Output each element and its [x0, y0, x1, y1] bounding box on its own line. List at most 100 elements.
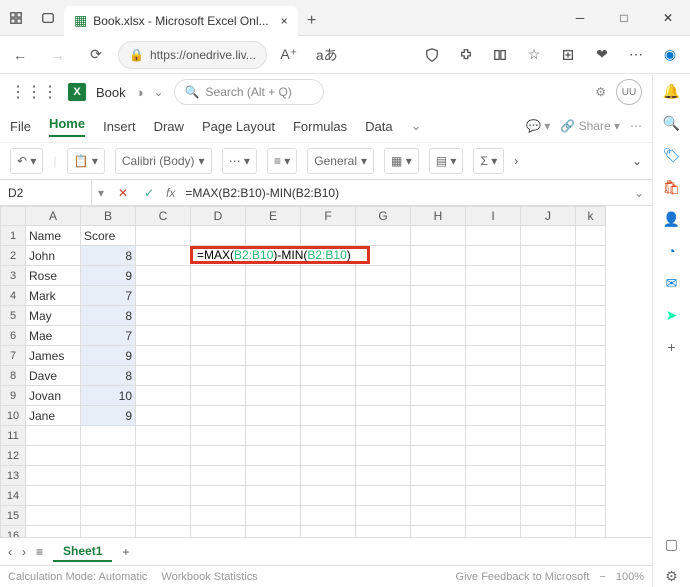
- cell[interactable]: [521, 306, 576, 326]
- add-sheet[interactable]: +: [122, 545, 129, 559]
- cell[interactable]: [136, 406, 191, 426]
- cell[interactable]: [356, 366, 411, 386]
- outlook-icon[interactable]: ✉: [661, 272, 683, 294]
- cell[interactable]: [411, 246, 466, 266]
- expand-formula[interactable]: ⌄: [626, 186, 652, 200]
- cell[interactable]: [521, 226, 576, 246]
- cell[interactable]: 7: [81, 326, 136, 346]
- tab-actions-icon[interactable]: [0, 0, 32, 36]
- cell[interactable]: [246, 386, 301, 406]
- cell[interactable]: 7: [81, 286, 136, 306]
- cell[interactable]: [466, 426, 521, 446]
- close-tab-icon[interactable]: ×: [281, 14, 288, 28]
- formula-input[interactable]: =MAX(B2:B10)-MIN(B2:B10): [179, 186, 626, 200]
- cell[interactable]: [301, 346, 356, 366]
- cell[interactable]: [136, 426, 191, 446]
- row-header[interactable]: 2: [0, 246, 26, 266]
- cell[interactable]: [576, 306, 606, 326]
- row-header[interactable]: 16: [0, 526, 26, 537]
- col-F[interactable]: F: [301, 206, 356, 226]
- cell[interactable]: [81, 426, 136, 446]
- cell[interactable]: [301, 366, 356, 386]
- cell[interactable]: [26, 506, 81, 526]
- refresh-button[interactable]: ⟳: [80, 39, 112, 71]
- cell[interactable]: [521, 346, 576, 366]
- cell[interactable]: [81, 486, 136, 506]
- row-header[interactable]: 6: [0, 326, 26, 346]
- more-button[interactable]: ⋯: [630, 119, 642, 133]
- more-tabs[interactable]: ⌄: [411, 118, 422, 134]
- col-J[interactable]: J: [521, 206, 576, 226]
- cell[interactable]: [576, 266, 606, 286]
- cell[interactable]: [356, 226, 411, 246]
- cell[interactable]: [411, 406, 466, 426]
- cell[interactable]: [466, 526, 521, 537]
- cell[interactable]: [191, 386, 246, 406]
- cell[interactable]: [136, 266, 191, 286]
- collections-icon[interactable]: [552, 39, 584, 71]
- cell[interactable]: James: [26, 346, 81, 366]
- prev-sheet[interactable]: ‹: [8, 545, 12, 559]
- menu-icon[interactable]: ⋯: [620, 39, 652, 71]
- cell[interactable]: [301, 306, 356, 326]
- cell[interactable]: [576, 406, 606, 426]
- cell[interactable]: [521, 466, 576, 486]
- collapse-ribbon[interactable]: ⌄: [632, 154, 642, 168]
- tab-file[interactable]: File: [10, 119, 31, 134]
- col-B[interactable]: B: [81, 206, 136, 226]
- cell[interactable]: 8: [81, 246, 136, 266]
- cell[interactable]: [466, 366, 521, 386]
- spreadsheet-grid[interactable]: A B C D E F G H I J k 1NameScore2John83R…: [0, 206, 652, 537]
- cell[interactable]: [191, 486, 246, 506]
- cell[interactable]: [356, 506, 411, 526]
- cell[interactable]: [136, 246, 191, 266]
- cell[interactable]: [246, 446, 301, 466]
- sidebar-icon[interactable]: ▢: [661, 533, 683, 555]
- cell[interactable]: May: [26, 306, 81, 326]
- cell[interactable]: [301, 386, 356, 406]
- cell[interactable]: [576, 346, 606, 366]
- cell[interactable]: [521, 286, 576, 306]
- address-bar[interactable]: 🔒 https://onedrive.liv...: [118, 41, 267, 69]
- comments-button[interactable]: 💬 ▾: [526, 119, 550, 133]
- cell[interactable]: [246, 366, 301, 386]
- cell[interactable]: [466, 466, 521, 486]
- cell[interactable]: [576, 426, 606, 446]
- cell[interactable]: [466, 506, 521, 526]
- enter-icon[interactable]: ✓: [136, 186, 162, 200]
- cell[interactable]: [411, 326, 466, 346]
- cell[interactable]: [301, 446, 356, 466]
- minimize-button[interactable]: ─: [558, 0, 602, 36]
- align[interactable]: ≡ ▾: [267, 148, 297, 174]
- sheet-tab[interactable]: Sheet1: [53, 542, 112, 562]
- notification-icon[interactable]: 🔔: [661, 80, 683, 102]
- styles[interactable]: ▦ ▾: [384, 148, 419, 174]
- font-style[interactable]: ⋯ ▾: [222, 148, 257, 174]
- cell[interactable]: [191, 286, 246, 306]
- fx-icon[interactable]: fx: [162, 186, 179, 200]
- cell[interactable]: [301, 426, 356, 446]
- cell[interactable]: [26, 446, 81, 466]
- paste-button[interactable]: 📋 ▾: [67, 148, 105, 174]
- profile-icon[interactable]: 👤: [661, 208, 683, 230]
- split-icon[interactable]: [484, 39, 516, 71]
- zoom-out[interactable]: −: [599, 571, 605, 583]
- copilot-icon[interactable]: ◉: [654, 39, 686, 71]
- row-header[interactable]: 12: [0, 446, 26, 466]
- cell[interactable]: [246, 526, 301, 537]
- cell[interactable]: [301, 486, 356, 506]
- close-button[interactable]: ✕: [646, 0, 690, 36]
- cell[interactable]: [356, 306, 411, 326]
- book-name[interactable]: Book: [96, 85, 126, 100]
- cell[interactable]: [466, 446, 521, 466]
- name-dropdown[interactable]: ▾: [92, 186, 110, 200]
- favorites-icon[interactable]: ☆: [518, 39, 550, 71]
- cell[interactable]: [301, 466, 356, 486]
- col-H[interactable]: H: [411, 206, 466, 226]
- cell[interactable]: [576, 226, 606, 246]
- send-icon[interactable]: ➤: [661, 304, 683, 326]
- cell[interactable]: Jovan: [26, 386, 81, 406]
- cell[interactable]: Name: [26, 226, 81, 246]
- tab-draw[interactable]: Draw: [154, 119, 184, 134]
- cell[interactable]: [411, 526, 466, 537]
